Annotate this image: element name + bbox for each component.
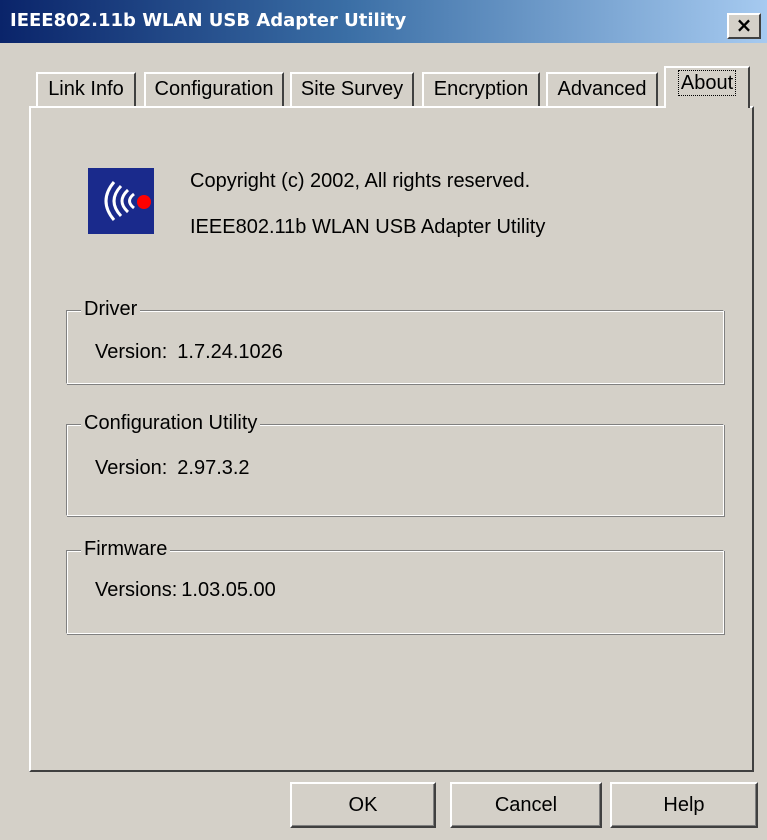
tab-about[interactable]: About bbox=[664, 66, 750, 108]
driver-version-value: 1.7.24.1026 bbox=[177, 341, 283, 363]
tab-configuration[interactable]: Configuration bbox=[144, 72, 284, 106]
driver-version-row: Version: 1.7.24.1026 bbox=[95, 341, 283, 363]
tab-strip: Link Info Configuration Site Survey Encr… bbox=[0, 0, 767, 110]
configuration-utility-group: Configuration Utility Version: 2.97.3.2 bbox=[66, 411, 724, 516]
configuration-utility-version-value: 2.97.3.2 bbox=[177, 457, 250, 479]
tab-site-survey[interactable]: Site Survey bbox=[290, 72, 414, 106]
copyright-text: Copyright (c) 2002, All rights reserved. bbox=[190, 170, 531, 192]
configuration-utility-version-row: Version: 2.97.3.2 bbox=[95, 457, 250, 479]
wireless-signal-icon bbox=[88, 168, 154, 234]
configuration-utility-group-label: Configuration Utility bbox=[81, 411, 261, 435]
firmware-version-value: 1.03.05.00 bbox=[181, 579, 276, 601]
help-button[interactable]: Help bbox=[610, 782, 758, 828]
product-name-text: IEEE802.11b WLAN USB Adapter Utility bbox=[190, 216, 546, 238]
cancel-button[interactable]: Cancel bbox=[450, 782, 602, 828]
tab-advanced[interactable]: Advanced bbox=[546, 72, 658, 106]
firmware-group-label: Firmware bbox=[81, 537, 171, 561]
firmware-version-row: Versions: 1.03.05.00 bbox=[95, 579, 276, 601]
driver-group-label: Driver bbox=[81, 297, 141, 321]
tab-encryption[interactable]: Encryption bbox=[422, 72, 540, 106]
tab-link-info[interactable]: Link Info bbox=[36, 72, 136, 106]
ok-button[interactable]: OK bbox=[290, 782, 436, 828]
firmware-group: Firmware Versions: 1.03.05.00 bbox=[66, 537, 724, 634]
driver-group: Driver Version: 1.7.24.1026 bbox=[66, 297, 724, 384]
